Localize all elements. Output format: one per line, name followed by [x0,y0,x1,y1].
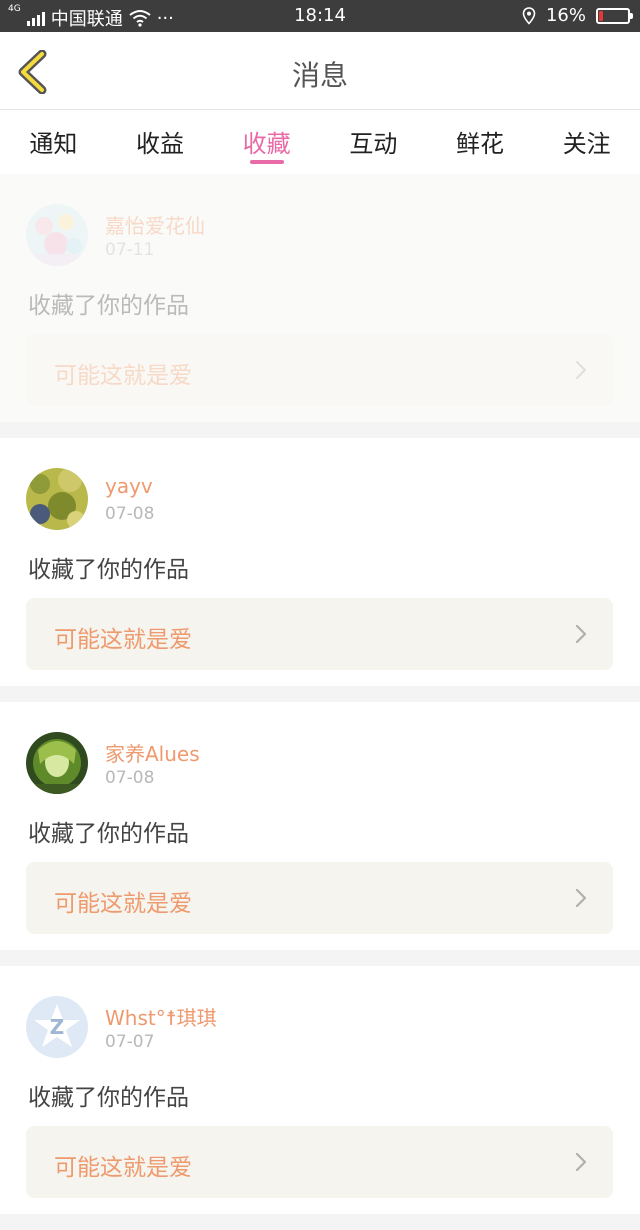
tab-follows[interactable]: 关注 [533,110,640,174]
work-link-button[interactable]: 可能这就是爱 [26,862,613,934]
message-card: 嘉怡爱花仙 07-11 收藏了你的作品可能这就是爱 [0,174,640,422]
action-text: 收藏了你的作品 [28,293,189,319]
svg-text:Z: Z [50,1015,65,1039]
chevron-right-icon [575,1152,587,1172]
avatar[interactable] [26,732,88,794]
message-card: Z Whst°☨琪琪 07-07 收藏了你的作品可能这就是爱 [0,966,640,1214]
battery-percent: 16% [545,5,586,26]
avatar[interactable] [26,468,88,530]
message-date: 07-08 [105,768,155,788]
action-text: 收藏了你的作品 [28,557,189,583]
message-date: 07-07 [105,1032,155,1052]
user-name-link[interactable]: 家养Alues [105,738,200,767]
user-name-link[interactable]: 嘉怡爱花仙 [105,210,205,239]
user-name-link[interactable]: Whst°☨琪琪 [105,1002,217,1031]
tab-notifications[interactable]: 通知 [0,110,107,174]
status-bar: 4G 中国联通 ··· 18:14 16% [0,0,640,32]
battery-level [599,10,604,21]
user-name-link[interactable]: yayv [105,474,153,498]
tab-flowers[interactable]: 鲜花 [427,110,534,174]
avatar[interactable] [26,204,88,266]
action-text: 收藏了你的作品 [28,1085,189,1111]
work-title: 可能这就是爱 [54,891,192,917]
chevron-right-icon [575,888,587,908]
nav-bar: 消息 [0,32,640,110]
work-title: 可能这就是爱 [54,363,192,389]
status-right: 16% [522,5,633,26]
avatar[interactable]: Z [26,996,88,1058]
work-link-button[interactable]: 可能这就是爱 [26,598,613,670]
message-date: 07-11 [105,240,155,260]
work-link-button[interactable]: 可能这就是爱 [26,334,613,406]
message-date: 07-08 [105,504,155,524]
message-card: 家养Alues 07-08 收藏了你的作品可能这就是爱 [0,702,640,950]
message-list: 嘉怡爱花仙 07-11 收藏了你的作品 可能这就是爱 yayv 07-08 收藏了你的作品可… [0,174,640,1230]
action-text: 收藏了你的作品 [28,821,189,847]
work-title: 可能这就是爱 [54,1155,192,1181]
tab-interactions[interactable]: 互动 [320,110,427,174]
battery-icon [596,7,633,24]
page-title: 消息 [291,59,348,92]
work-title: 可能这就是爱 [54,627,192,653]
chevron-right-icon [575,624,587,644]
tab-earnings[interactable]: 收益 [107,110,214,174]
message-card: yayv 07-08 收藏了你的作品可能这就是爱 [0,438,640,686]
location-icon [522,6,536,25]
work-link-button[interactable]: 可能这就是爱 [26,1126,613,1198]
chevron-right-icon [575,360,587,380]
tab-bar: 通知 收益 收藏 互动 鲜花 关注 [0,110,640,174]
tab-favorites[interactable]: 收藏 [213,110,320,174]
